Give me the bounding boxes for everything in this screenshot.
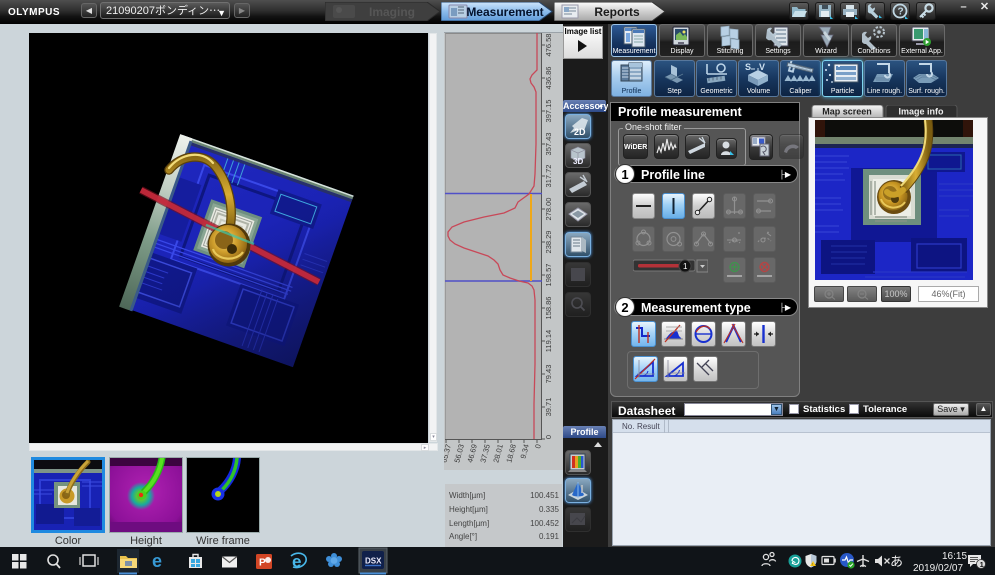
svg-text:2019/02/07: 2019/02/07	[913, 563, 963, 574]
svg-text:1: 1	[980, 560, 984, 569]
svg-text:238.29: 238.29	[544, 231, 553, 254]
svg-text:37.35: 37.35	[478, 443, 492, 463]
svg-text:?: ?	[898, 7, 904, 18]
svg-text:357.43: 357.43	[544, 133, 553, 156]
svg-text:9.34: 9.34	[518, 443, 530, 459]
svg-text:P: P	[259, 558, 266, 569]
svg-text:e: e	[152, 551, 162, 571]
svg-text:あ: あ	[890, 554, 903, 569]
svg-text:0: 0	[533, 443, 543, 449]
svg-text:46.69: 46.69	[465, 443, 479, 463]
svg-text:397.15: 397.15	[544, 100, 553, 123]
svg-text:56.03: 56.03	[452, 443, 466, 463]
svg-text:436.86: 436.86	[544, 67, 553, 90]
svg-text:18.68: 18.68	[504, 443, 518, 463]
svg-text:Image info: Image info	[898, 107, 944, 117]
svg-text:!: !	[812, 561, 813, 566]
svg-text:28.01: 28.01	[491, 443, 505, 463]
svg-text:3D: 3D	[573, 157, 583, 166]
svg-text:317.72: 317.72	[544, 165, 553, 188]
svg-text:Map screen: Map screen	[822, 107, 872, 117]
svg-text:278.00: 278.00	[544, 198, 553, 221]
svg-text:V: V	[759, 62, 765, 72]
svg-text:S: S	[745, 62, 751, 72]
svg-text:158.86: 158.86	[544, 297, 553, 320]
svg-text:39.71: 39.71	[544, 398, 553, 417]
svg-text:2D: 2D	[574, 127, 586, 137]
svg-text:16:15: 16:15	[942, 551, 967, 562]
svg-text:198.57: 198.57	[544, 264, 553, 287]
svg-text:1: 1	[683, 262, 688, 271]
svg-text:79.43: 79.43	[544, 365, 553, 384]
svg-text:DSX: DSX	[365, 557, 382, 566]
svg-text:476.58: 476.58	[544, 34, 553, 57]
svg-text:119.14: 119.14	[544, 330, 553, 352]
svg-text:0: 0	[544, 435, 553, 439]
